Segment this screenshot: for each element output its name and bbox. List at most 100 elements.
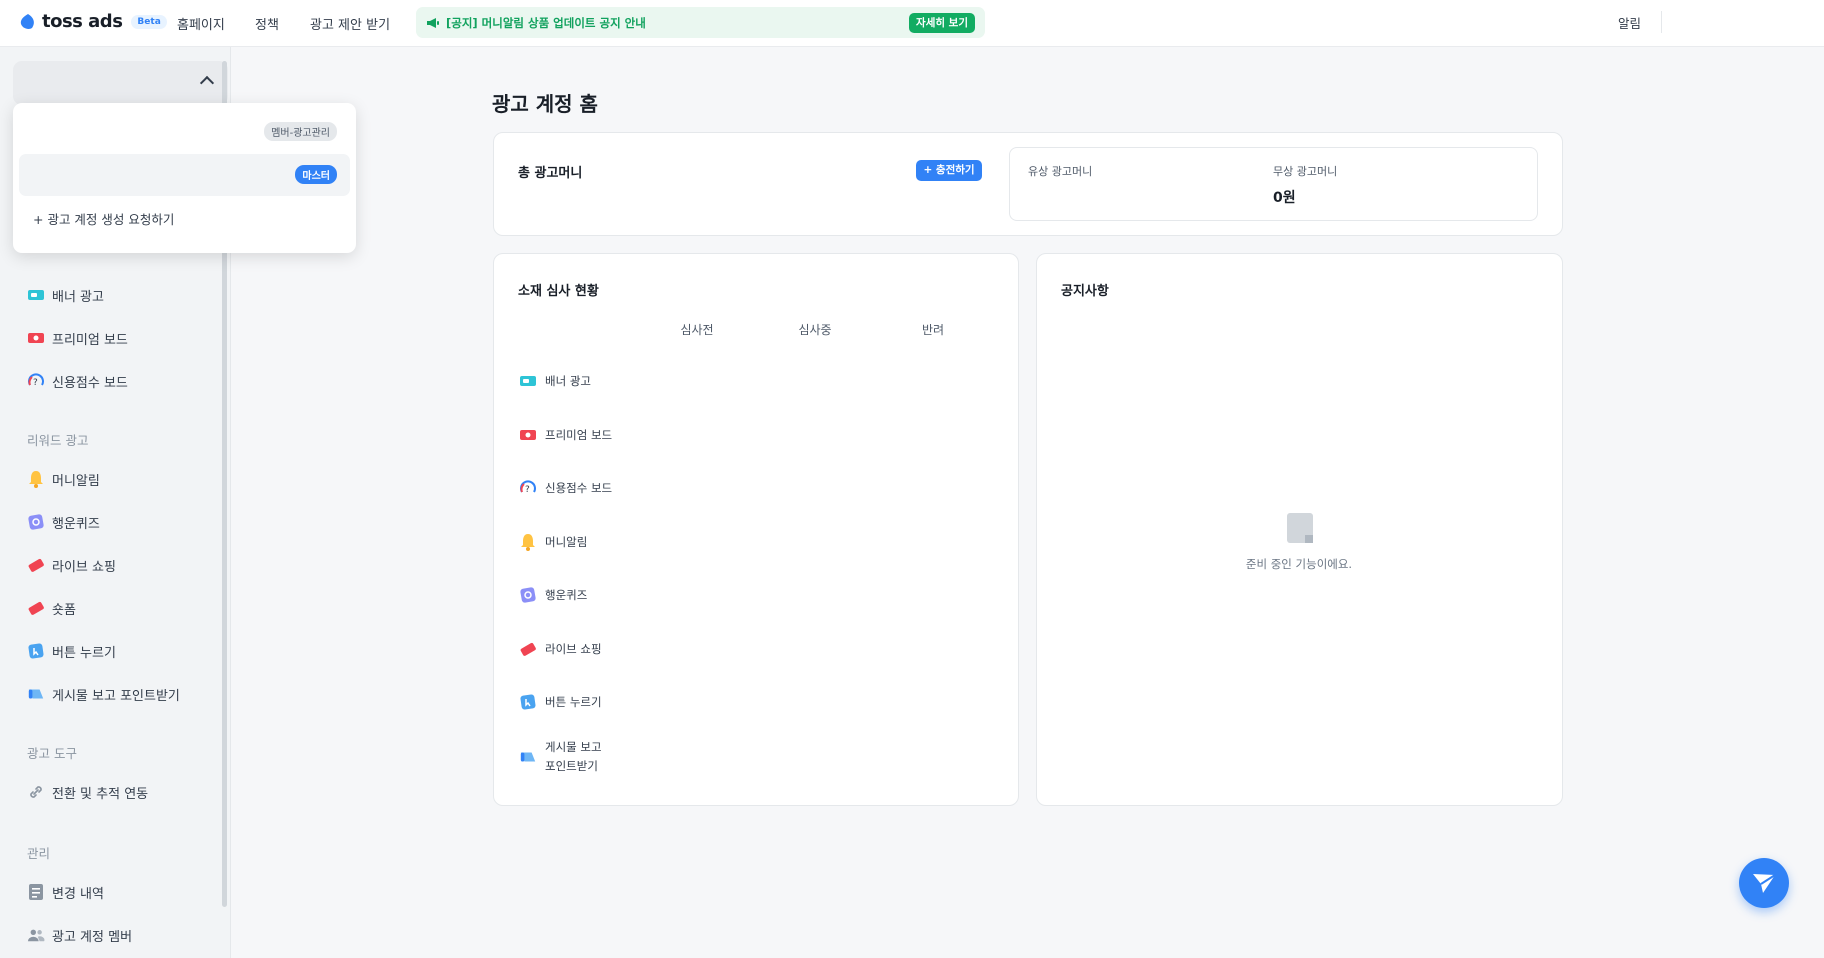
bell-icon — [519, 533, 537, 551]
sidebar-item-label: 프리미엄 보드 — [52, 332, 128, 348]
sidebar-item-label: 변경 내역 — [52, 886, 104, 902]
sidebar-item-account-members[interactable]: 광고 계정 멤버 — [27, 923, 132, 947]
quiz-icon — [519, 586, 537, 604]
nav-ad-proposal[interactable]: 광고 제안 받기 — [310, 14, 390, 33]
review-row-label-line1: 게시물 보고 — [545, 740, 602, 754]
review-row-label: 프리미엄 보드 — [545, 428, 613, 442]
review-row-label: 신용점수 보드 — [545, 481, 613, 495]
post-point-icon — [519, 748, 537, 766]
sidebar-item-button-press[interactable]: 버튼 누르기 — [27, 639, 116, 663]
svg-text:?: ? — [33, 378, 38, 388]
review-row-lucky-quiz: 행운퀴즈 — [519, 586, 587, 604]
members-icon — [27, 926, 45, 944]
empty-document-icon — [1287, 513, 1313, 543]
charge-button[interactable]: + 충전하기 — [916, 160, 982, 181]
sidebar-item-shortform[interactable]: 숏폼 — [27, 596, 76, 620]
premium-board-icon — [27, 329, 45, 347]
ad-money-breakdown: 유상 광고머니 무상 광고머니 0원 — [1009, 147, 1538, 221]
ticket-icon — [27, 556, 45, 574]
empty-state-text: 준비 중인 기능이에요. — [1245, 557, 1353, 571]
review-row-label: 머니알림 — [545, 535, 588, 549]
sidebar-item-live-shopping[interactable]: 라이브 쇼핑 — [27, 553, 116, 577]
review-row-live-shopping: 라이브 쇼핑 — [519, 640, 602, 658]
sidebar-item-post-point[interactable]: 게시물 보고 포인트받기 — [27, 682, 180, 706]
review-status-title: 소재 심사 현황 — [518, 284, 599, 299]
notice-banner[interactable]: [공지] 머니알림 상품 업데이트 공지 안내 자세히 보기 — [416, 7, 985, 38]
sidebar-item-label: 머니알림 — [52, 473, 100, 489]
nav-policy[interactable]: 정책 — [255, 14, 279, 33]
sidebar-item-label: 버튼 누르기 — [52, 645, 116, 661]
banner-ad-icon — [27, 286, 45, 304]
column-header-in-review: 심사중 — [798, 323, 832, 337]
free-money-label: 무상 광고머니 — [1273, 165, 1338, 178]
sidebar-item-banner-ad[interactable]: 배너 광고 — [27, 283, 104, 307]
column-header-rejected: 반려 — [921, 323, 945, 337]
sidebar-item-label: 배너 광고 — [52, 289, 104, 305]
account-dropdown: 멤버-광고관리 마스터 + 광고 계정 생성 요청하기 — [13, 103, 356, 253]
logo[interactable]: toss ads Beta — [19, 11, 167, 32]
review-row-post-point: 게시물 보고 포인트받기 — [519, 738, 602, 776]
sidebar-item-lucky-quiz[interactable]: 행운퀴즈 — [27, 510, 100, 534]
account-selector[interactable] — [13, 61, 228, 105]
sidebar-item-label: 행운퀴즈 — [52, 516, 100, 532]
account-option-member[interactable]: 멤버-광고관리 — [19, 111, 350, 151]
premium-board-icon — [519, 426, 537, 444]
review-row-button-press: 버튼 누르기 — [519, 693, 602, 711]
notice-detail-button[interactable]: 자세히 보기 — [909, 13, 975, 33]
review-row-label-line2: 포인트받기 — [545, 759, 598, 773]
sidebar-item-credit-score-board[interactable]: ? 신용점수 보드 — [27, 369, 128, 393]
notice-text: [공지] 머니알림 상품 업데이트 공지 안내 — [446, 15, 646, 30]
review-row-banner-ad: 배너 광고 — [519, 372, 591, 390]
sidebar-item-label: 숏폼 — [52, 602, 76, 618]
banner-ad-icon — [519, 372, 537, 390]
column-header-before-review: 심사전 — [680, 323, 714, 337]
review-row-label: 배너 광고 — [545, 374, 591, 388]
chat-fab-button[interactable] — [1739, 858, 1789, 908]
svg-text:?: ? — [525, 485, 530, 495]
sidebar-item-label: 신용점수 보드 — [52, 375, 128, 391]
paid-money-label: 유상 광고머니 — [1028, 165, 1093, 178]
link-icon — [27, 783, 45, 801]
button-press-icon — [27, 642, 45, 660]
review-row-label: 라이브 쇼핑 — [545, 642, 602, 656]
paper-plane-icon — [1753, 874, 1776, 893]
review-row-label: 게시물 보고 포인트받기 — [545, 738, 602, 776]
post-point-icon — [27, 685, 45, 703]
review-row-premium-board: 프리미엄 보드 — [519, 426, 612, 444]
ticket-icon — [519, 640, 537, 658]
nav-homepage[interactable]: 홈페이지 — [177, 14, 225, 33]
alarm-button[interactable]: 알림 — [1618, 13, 1641, 32]
ad-money-title: 총 광고머니 — [518, 166, 583, 181]
toss-logo-icon — [20, 13, 34, 29]
header-divider — [1661, 11, 1662, 33]
sidebar-item-premium-board[interactable]: 프리미엄 보드 — [27, 326, 128, 350]
sidebar-group-manage: 관리 — [27, 846, 51, 861]
logo-text: toss ads — [42, 11, 123, 32]
sidebar-group-reward: 리워드 광고 — [27, 433, 89, 448]
free-money-value: 0원 — [1273, 190, 1296, 206]
chevron-up-icon — [199, 75, 215, 91]
sidebar-item-label: 게시물 보고 포인트받기 — [52, 688, 180, 704]
sidebar-item-money-alarm[interactable]: 머니알림 — [27, 467, 100, 491]
create-account-request-link[interactable]: + 광고 계정 생성 요청하기 — [33, 209, 174, 228]
notice-card-title: 공지사항 — [1061, 284, 1109, 299]
review-row-credit-score-board: ? 신용점수 보드 — [519, 479, 612, 497]
credit-score-board-icon: ? — [27, 372, 45, 390]
role-badge-member: 멤버-광고관리 — [264, 122, 337, 141]
button-press-icon — [519, 693, 537, 711]
megaphone-icon — [427, 17, 439, 28]
review-row-label: 행운퀴즈 — [545, 588, 588, 602]
sidebar-item-conversion-tracking[interactable]: 전환 및 추적 연동 — [27, 780, 148, 804]
sidebar-group-tools: 광고 도구 — [27, 746, 77, 761]
sidebar-item-label: 라이브 쇼핑 — [52, 559, 116, 575]
quiz-icon — [27, 513, 45, 531]
account-option-master[interactable]: 마스터 — [19, 154, 350, 196]
top-bar: toss ads Beta 홈페이지 정책 광고 제안 받기 [공지] 머니알림… — [0, 0, 1824, 47]
review-row-money-alarm: 머니알림 — [519, 533, 587, 551]
page-title: 광고 계정 홈 — [492, 92, 598, 116]
sidebar-item-change-history[interactable]: 변경 내역 — [27, 880, 104, 904]
beta-badge: Beta — [131, 14, 167, 29]
document-icon — [27, 883, 45, 901]
bell-icon — [27, 470, 45, 488]
ticket-icon — [27, 599, 45, 617]
